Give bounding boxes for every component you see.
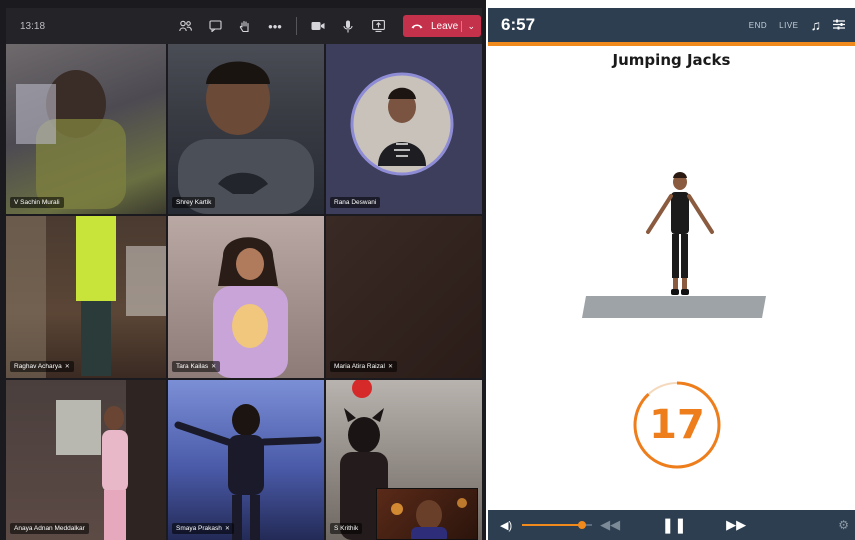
end-button[interactable]: END bbox=[749, 21, 767, 30]
video-tile[interactable]: V Sachin Murali bbox=[6, 44, 166, 214]
exercise-title: Jumping Jacks bbox=[612, 51, 731, 69]
exercise-demo-figure bbox=[578, 168, 778, 328]
participant-name-tag: S Krithik bbox=[330, 523, 363, 534]
video-tile[interactable]: Smaya Prakash ✕ bbox=[168, 380, 324, 540]
video-tile[interactable]: Shrey Kartik bbox=[168, 44, 324, 214]
workout-header: 6:57 END LIVE ♫ bbox=[488, 8, 855, 42]
leave-label: Leave bbox=[431, 20, 459, 32]
video-tile[interactable]: Tara Kailas ✕ bbox=[168, 216, 324, 378]
playback-bar: ◀) ◀◀ ❚❚ ▶▶ ⚙ bbox=[488, 510, 855, 540]
participant-video bbox=[6, 216, 166, 378]
participant-video bbox=[178, 61, 314, 214]
participant-name-tag: Maria Atira Raizal ✕ bbox=[330, 361, 397, 372]
participant-video bbox=[56, 380, 166, 540]
exercise-figure-illustration bbox=[582, 172, 766, 318]
participant-video bbox=[174, 404, 322, 540]
chat-icon[interactable] bbox=[200, 11, 230, 41]
volume-slider-handle[interactable] bbox=[577, 521, 586, 529]
video-tile[interactable]: Maria Atira Raizal ✕ bbox=[326, 216, 482, 378]
avatar bbox=[350, 72, 454, 176]
participant-name-tag: Rana Deswani bbox=[330, 197, 381, 208]
volume-slider-fill bbox=[522, 524, 582, 526]
workout-progress-bar bbox=[488, 42, 855, 46]
rewind-icon[interactable]: ◀◀ bbox=[600, 517, 620, 533]
mic-muted-icon: ✕ bbox=[211, 364, 217, 370]
mic-muted-icon: ✕ bbox=[387, 364, 393, 370]
rep-counter: 17 bbox=[632, 380, 722, 470]
participant-name-tag: V Sachin Murali bbox=[10, 197, 64, 208]
participant-name-tag: Tara Kailas ✕ bbox=[172, 361, 221, 372]
video-tile[interactable]: S Krithik bbox=[326, 380, 482, 540]
raise-hand-icon[interactable] bbox=[230, 11, 260, 41]
sliders-icon[interactable] bbox=[833, 17, 845, 33]
participant-name-tag: Raghav Acharya ✕ bbox=[10, 361, 74, 372]
participants-icon[interactable] bbox=[170, 11, 200, 41]
mic-muted-icon: ✕ bbox=[224, 526, 230, 532]
workout-app: 6:57 END LIVE ♫ Jumping Jacks 17 ◀) ◀◀ ❚… bbox=[488, 8, 855, 540]
chevron-down-icon[interactable]: ⌄ bbox=[461, 20, 475, 32]
meeting-window: 13:18 ••• Leave ⌄ V Sachin Murali Shrey … bbox=[0, 0, 486, 540]
rep-count: 17 bbox=[649, 402, 705, 448]
self-view-thumbnail[interactable] bbox=[376, 488, 478, 540]
more-icon[interactable]: ••• bbox=[260, 11, 290, 41]
phone-hangup-icon bbox=[411, 20, 423, 32]
self-view-video bbox=[391, 498, 467, 539]
participant-name-tag: Smaya Prakash ✕ bbox=[172, 523, 234, 534]
participant-name-tag: Shrey Kartik bbox=[172, 197, 216, 208]
leave-button[interactable]: Leave ⌄ bbox=[403, 15, 481, 37]
volume-slider[interactable] bbox=[522, 521, 593, 529]
camera-icon[interactable] bbox=[303, 11, 333, 41]
meeting-toolbar: 13:18 ••• Leave ⌄ bbox=[6, 8, 482, 44]
fast-forward-icon[interactable]: ▶▶ bbox=[726, 517, 746, 533]
gear-icon[interactable]: ⚙ bbox=[838, 518, 849, 532]
header-controls: END LIVE ♫ bbox=[749, 17, 845, 33]
video-tile[interactable]: Raghav Acharya ✕ bbox=[6, 216, 166, 378]
participant-video bbox=[213, 237, 288, 378]
session-timer: 6:57 bbox=[501, 15, 536, 34]
video-tile[interactable]: Anaya Adnan Meddalkar bbox=[6, 380, 166, 540]
music-note-icon[interactable]: ♫ bbox=[811, 17, 822, 33]
mic-icon[interactable] bbox=[333, 11, 363, 41]
volume-icon[interactable]: ◀) bbox=[500, 519, 512, 532]
toolbar-divider bbox=[296, 17, 297, 35]
workout-progress-fill bbox=[488, 42, 855, 46]
video-grid: V Sachin Murali Shrey Kartik Rana Deswan… bbox=[6, 44, 482, 540]
live-button[interactable]: LIVE bbox=[779, 21, 798, 30]
meeting-clock: 13:18 bbox=[20, 20, 46, 32]
meeting-controls: ••• bbox=[170, 11, 393, 41]
pause-icon[interactable]: ❚❚ bbox=[660, 514, 688, 536]
mic-muted-icon: ✕ bbox=[64, 364, 70, 370]
video-tile[interactable]: Rana Deswani bbox=[326, 44, 482, 214]
share-screen-icon[interactable] bbox=[363, 11, 393, 41]
screen: 13:18 ••• Leave ⌄ V Sachin Murali Shrey … bbox=[0, 0, 855, 540]
participant-name-tag: Anaya Adnan Meddalkar bbox=[10, 523, 89, 534]
participant-video bbox=[16, 70, 126, 209]
